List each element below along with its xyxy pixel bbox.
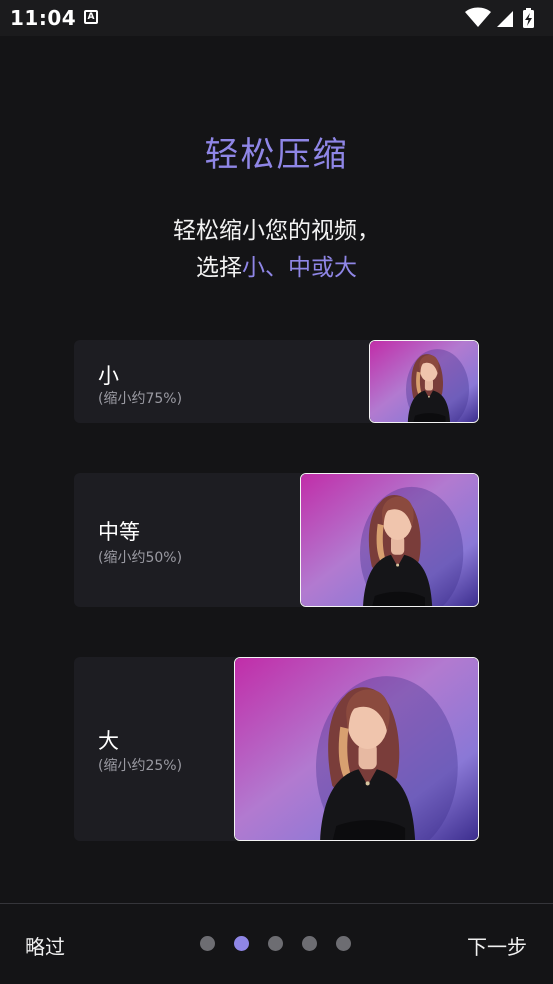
option-medium-label: 中等 [98, 520, 140, 544]
page-indicator [200, 936, 351, 952]
option-medium-hint: (缩小约50%) [98, 550, 183, 566]
page-dot-4[interactable] [302, 936, 317, 951]
a-icon: A [84, 10, 98, 24]
option-medium-thumbnail [300, 473, 479, 607]
subtitle-line2: 选择小、中或大 [0, 248, 553, 282]
option-small-card[interactable]: 小 (缩小约75%) [74, 340, 479, 423]
subtitle-options: 小、中或大 [242, 255, 357, 281]
footer-divider [0, 903, 553, 904]
option-large-hint: (缩小约25%) [98, 758, 183, 774]
wifi-icon [465, 7, 491, 27]
signal-icon [497, 11, 513, 27]
option-medium-card[interactable]: 中等 (缩小约50%) [74, 473, 479, 607]
option-small-label: 小 [98, 364, 119, 388]
battery-charging-icon [523, 8, 534, 28]
page-title: 轻松压缩 [204, 135, 349, 175]
status-icons [463, 7, 543, 29]
skip-button[interactable]: 略过 [25, 931, 65, 960]
page-dot-2-active[interactable] [234, 936, 249, 951]
subtitle-line1: 轻松缩小您的视频， [173, 218, 380, 244]
status-time: 11:04 [10, 6, 77, 30]
option-small-thumbnail [369, 340, 479, 423]
option-small-hint: (缩小约75%) [98, 391, 183, 407]
next-button[interactable]: 下一步 [467, 931, 527, 960]
option-large-thumbnail [234, 657, 479, 841]
option-large-card[interactable]: 大 (缩小约25%) [74, 657, 479, 841]
subtitle-prefix: 选择 [196, 255, 242, 281]
status-bar: 11:04 A [0, 0, 553, 36]
page-dot-5[interactable] [336, 936, 351, 951]
page-dot-3[interactable] [268, 936, 283, 951]
page-dot-1[interactable] [200, 936, 215, 951]
option-large-label: 大 [98, 729, 119, 753]
